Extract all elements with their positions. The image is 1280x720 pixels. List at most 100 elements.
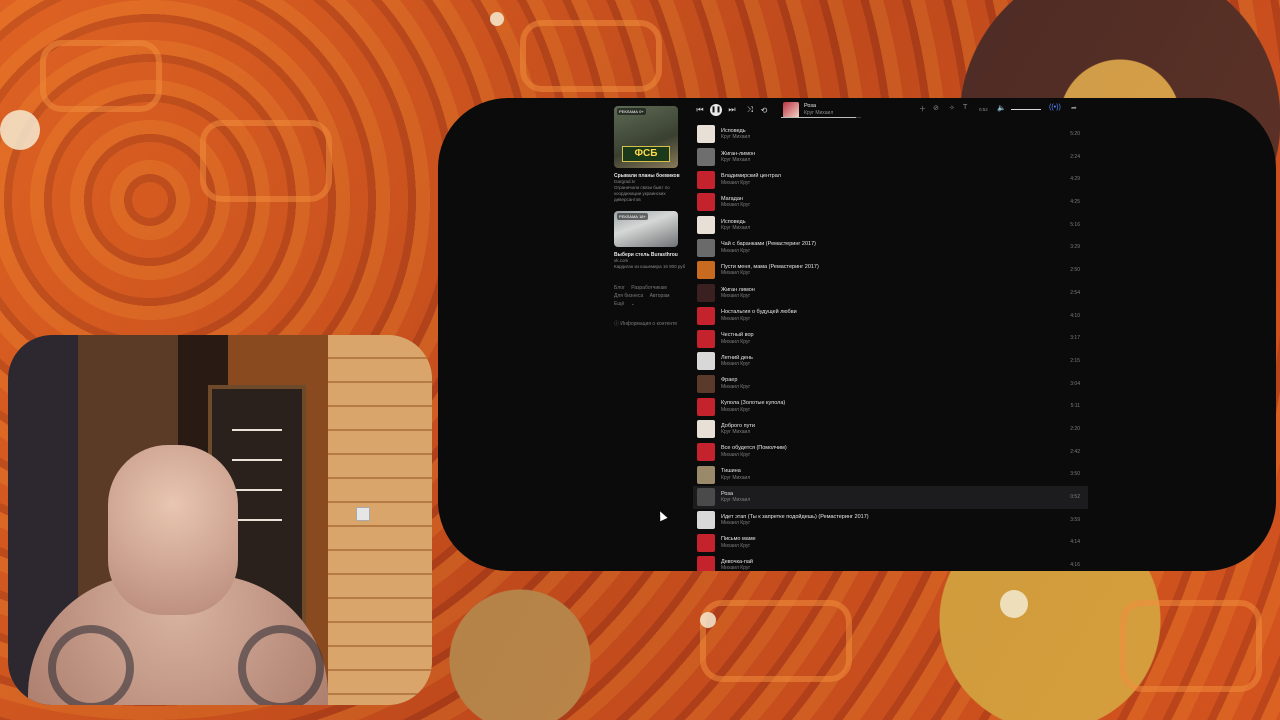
track-artist[interactable]: Круг Михаил: [721, 497, 750, 504]
track-title[interactable]: Честный вор: [721, 332, 754, 339]
track-cover[interactable]: [697, 397, 715, 416]
volume-slider[interactable]: [1011, 109, 1041, 110]
track-artist[interactable]: Михаил Круг: [721, 520, 869, 527]
track-cover[interactable]: [697, 352, 715, 371]
ad-image[interactable]: РЕКЛАМА 18+: [614, 211, 678, 247]
track-row[interactable]: Владимирский централ Михаил Круг 4:29: [693, 168, 1088, 191]
track-artist[interactable]: Михаил Круг: [721, 248, 816, 255]
track-cover[interactable]: [697, 125, 715, 144]
next-icon[interactable]: ⏭: [725, 105, 739, 115]
track-row[interactable]: Роза Круг Михаил 0:52: [693, 486, 1088, 509]
footer-link-more[interactable]: Ещё: [614, 301, 624, 307]
track-row[interactable]: Купола (Золотые купола) Михаил Круг 5:11: [693, 395, 1088, 418]
track-cover[interactable]: [697, 261, 715, 280]
volume-icon[interactable]: 🔈: [997, 104, 1006, 112]
now-playing-cover[interactable]: [783, 102, 799, 118]
track-artist[interactable]: Круг Михаил: [721, 429, 755, 436]
track-title[interactable]: Чай с баранками (Ремастеринг 2017): [721, 241, 816, 248]
previous-icon[interactable]: ⏮: [693, 105, 707, 115]
track-row[interactable]: Тишина Круг Михаил 3:50: [693, 463, 1088, 486]
track-cover[interactable]: [697, 488, 715, 507]
track-row[interactable]: Исповедь Круг Михаил 5:16: [693, 214, 1088, 237]
track-cover[interactable]: [697, 216, 715, 235]
track-artist[interactable]: Михаил Круг: [721, 316, 797, 323]
track-row[interactable]: Ностальгия о будущей любви Михаил Круг 4:1…: [693, 305, 1088, 328]
shuffle-icon[interactable]: ⤨: [743, 105, 757, 115]
track-artist[interactable]: Михаил Круг: [721, 339, 754, 346]
track-artist[interactable]: Михаил Круг: [721, 293, 755, 300]
track-artist[interactable]: Михаил Круг: [721, 202, 750, 209]
footer-link-developers[interactable]: Разработчикам: [631, 285, 667, 291]
content-info-label: Информация о контенте: [620, 321, 678, 327]
track-cover[interactable]: [697, 556, 715, 571]
track-title[interactable]: Все обудется (Помолчим): [721, 445, 787, 452]
track-artist[interactable]: Михаил Круг: [721, 452, 787, 459]
broadcast-icon[interactable]: ((•)): [1049, 104, 1061, 111]
footer-link-business[interactable]: Для бизнеса: [614, 293, 643, 299]
track-row[interactable]: Чай с баранками (Ремастеринг 2017) Михаил…: [693, 236, 1088, 259]
now-playing-artist[interactable]: Круг Михаил: [804, 110, 833, 117]
track-row[interactable]: Девочка-пай Михаил Круг 4:16: [693, 554, 1088, 571]
track-row[interactable]: Доброго пути Круг Михаил 2:20: [693, 418, 1088, 441]
repeat-icon[interactable]: ⟲: [757, 106, 771, 115]
track-artist[interactable]: Михаил Круг: [721, 407, 785, 414]
lyrics-icon[interactable]: T: [963, 104, 967, 111]
track-title[interactable]: Купола (Золотые купола): [721, 400, 785, 407]
track-cover[interactable]: [697, 170, 715, 189]
track-artist[interactable]: Михаил Круг: [721, 565, 753, 571]
track-cover[interactable]: [697, 374, 715, 393]
track-cover[interactable]: [697, 442, 715, 461]
track-artist[interactable]: Михаил Круг: [721, 361, 753, 368]
paint-splash: [1000, 590, 1028, 618]
track-cover[interactable]: [697, 306, 715, 325]
track-cover[interactable]: [697, 284, 715, 303]
track-artist[interactable]: Круг Михаил: [721, 475, 750, 482]
track-cover[interactable]: [697, 329, 715, 348]
now-playing-info[interactable]: Роза Круг Михаил: [804, 103, 833, 117]
track-cover[interactable]: [697, 533, 715, 552]
track-cover[interactable]: [697, 511, 715, 530]
track-cover[interactable]: [697, 193, 715, 212]
footer-link-blog[interactable]: Блог: [614, 285, 625, 291]
pause-button[interactable]: ❚❚: [710, 104, 722, 116]
track-row[interactable]: Фраер Михаил Круг 3:04: [693, 373, 1088, 396]
track-artist[interactable]: Михаил Круг: [721, 384, 750, 391]
track-row[interactable]: Летний день Михаил Круг 2:15: [693, 350, 1088, 373]
ad-block[interactable]: РЕКЛАМА 0+ ФСБ Срывали планы боевиков ts…: [614, 106, 686, 203]
track-title[interactable]: Письмо маме: [721, 536, 756, 543]
track-row[interactable]: Письмо маме Михаил Круг 4:14: [693, 531, 1088, 554]
track-artist[interactable]: Круг Михаил: [721, 157, 755, 164]
add-icon[interactable]: ＋: [919, 104, 926, 114]
recommend-icon[interactable]: ✧: [949, 104, 955, 112]
ad-image[interactable]: РЕКЛАМА 0+ ФСБ: [614, 106, 678, 168]
track-cover[interactable]: [697, 420, 715, 439]
track-artist[interactable]: Михаил Круг: [721, 270, 819, 277]
track-row[interactable]: Идет этап (Ты к запретке подойдешь) (Рем…: [693, 509, 1088, 532]
track-artist[interactable]: Круг Михаил: [721, 134, 750, 141]
track-cover[interactable]: [697, 465, 715, 484]
track-cover[interactable]: [697, 238, 715, 257]
track-row[interactable]: Жиган-лимон Круг Михаил 2:24: [693, 146, 1088, 169]
chevron-down-icon[interactable]: ⌄: [631, 301, 635, 307]
track-duration: 4:10: [1070, 312, 1080, 319]
footer-link-authors[interactable]: Авторам: [650, 293, 670, 299]
track-artist[interactable]: Михаил Круг: [721, 180, 781, 187]
track-row[interactable]: Исповедь Круг Михаил 5:20: [693, 123, 1088, 146]
ad-description: Кардиган из кашемира 16 900 руб: [614, 264, 686, 269]
track-row[interactable]: Честный вор Михаил Круг 3:17: [693, 327, 1088, 350]
track-row[interactable]: Все обудется (Помолчим) Михаил Круг 2:42: [693, 441, 1088, 464]
track-artist[interactable]: Круг Михаил: [721, 225, 750, 232]
track-cover[interactable]: [697, 148, 715, 167]
track-row[interactable]: Магадан Михаил Круг 4:25: [693, 191, 1088, 214]
share-icon[interactable]: ➦: [1071, 104, 1077, 112]
wood-wall: [328, 335, 432, 705]
track-title[interactable]: Ностальгия о будущей любви: [721, 309, 797, 316]
content-info-link[interactable]: ⓘ Информация о контенте: [614, 320, 686, 327]
track-row[interactable]: Пусти меня, мама (Ремастеринг 2017) Михаи…: [693, 259, 1088, 282]
track-title[interactable]: Владимирский централ: [721, 173, 781, 180]
track-artist[interactable]: Михаил Круг: [721, 543, 756, 550]
dislike-icon[interactable]: ⊘: [933, 104, 939, 112]
track-row[interactable]: Жиган лимон Михаил Круг 2:54: [693, 282, 1088, 305]
ad-block[interactable]: РЕКЛАМА 18+ Выбери стель Burasthrou vk.c…: [614, 211, 686, 270]
progress-bar[interactable]: [781, 117, 861, 118]
